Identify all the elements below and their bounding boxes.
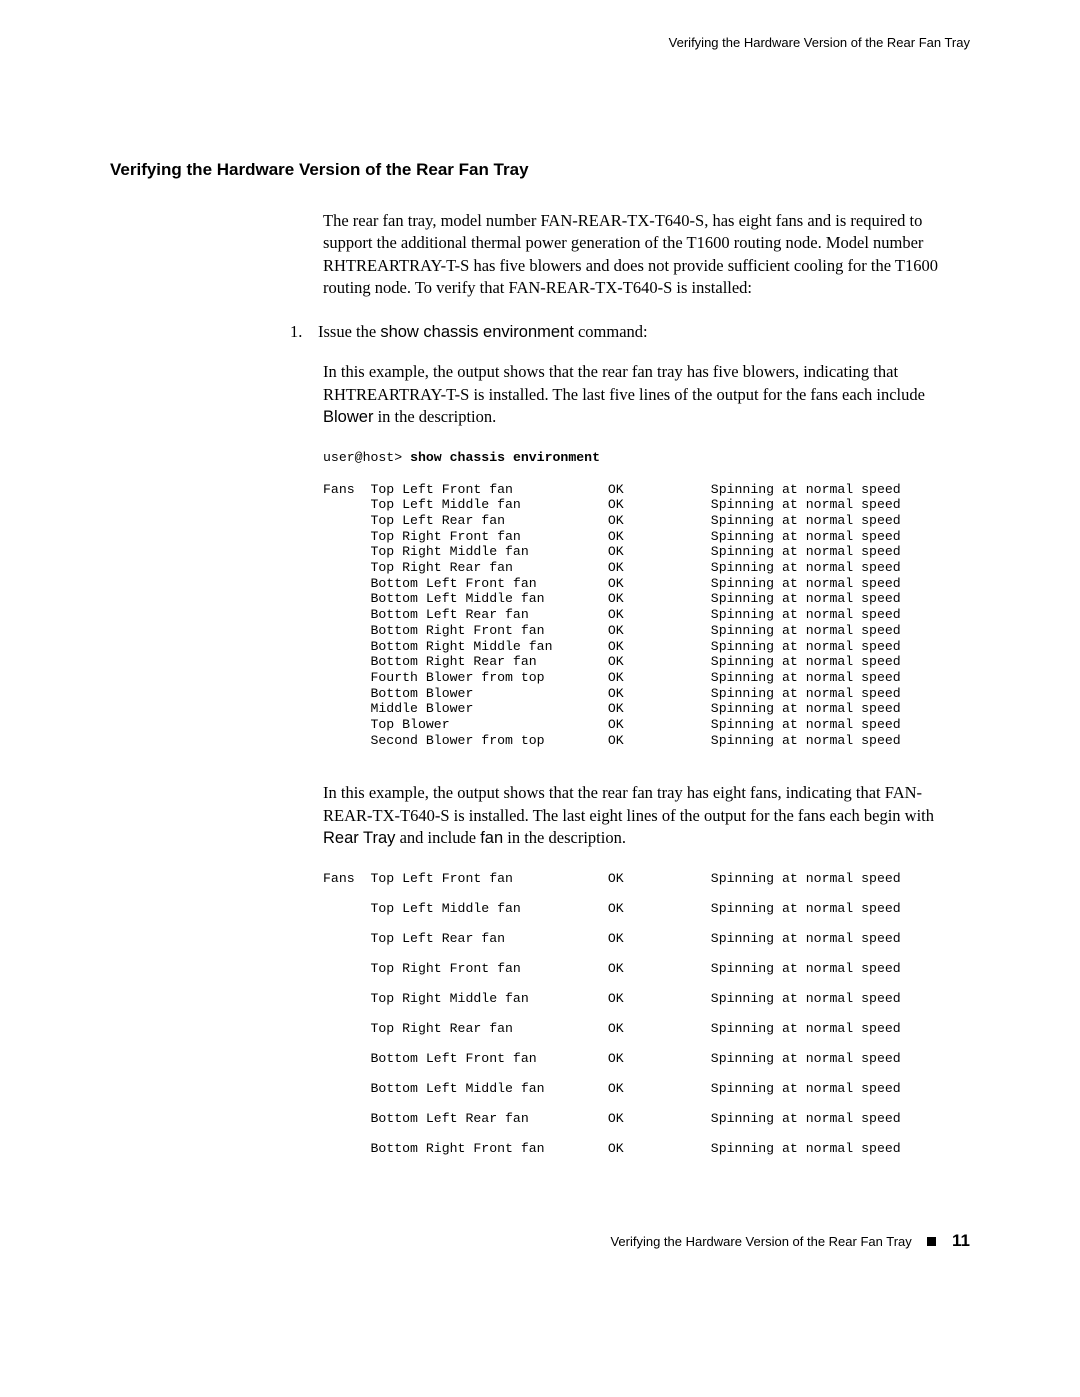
step-1: 1.Issue the show chassis environment com… bbox=[290, 321, 970, 343]
footer-text: Verifying the Hardware Version of the Re… bbox=[610, 1234, 911, 1249]
example2-text-b: in the description. bbox=[503, 828, 626, 847]
step-1-command: show chassis environment bbox=[380, 323, 574, 341]
example1-paragraph: In this example, the output shows that t… bbox=[323, 361, 970, 428]
page-footer: Verifying the Hardware Version of the Re… bbox=[110, 1231, 970, 1251]
example1-text-a: In this example, the output shows that t… bbox=[323, 362, 925, 403]
step-1-prefix: Issue the bbox=[318, 322, 380, 341]
example2-bold2: fan bbox=[480, 829, 503, 847]
example1-text-b: in the description. bbox=[373, 407, 496, 426]
example2-text-mid: and include bbox=[395, 828, 480, 847]
intro-paragraph: The rear fan tray, model number FAN-REAR… bbox=[323, 210, 970, 299]
footer-square-icon bbox=[927, 1237, 936, 1246]
example2-text-a: In this example, the output shows that t… bbox=[323, 783, 934, 824]
step-1-number: 1. bbox=[290, 321, 318, 343]
terminal-output-2: Fans Top Left Front fan OK Spinning at n… bbox=[323, 871, 970, 1156]
example2-bold1: Rear Tray bbox=[323, 829, 395, 847]
section-title: Verifying the Hardware Version of the Re… bbox=[110, 160, 970, 180]
example2-paragraph: In this example, the output shows that t… bbox=[323, 782, 970, 849]
step-1-suffix: command: bbox=[574, 322, 648, 341]
example1-bold: Blower bbox=[323, 408, 373, 426]
running-head: Verifying the Hardware Version of the Re… bbox=[110, 35, 970, 50]
page-number: 11 bbox=[952, 1231, 970, 1250]
terminal-output-1: user@host> show chassis environment Fans… bbox=[323, 450, 970, 748]
